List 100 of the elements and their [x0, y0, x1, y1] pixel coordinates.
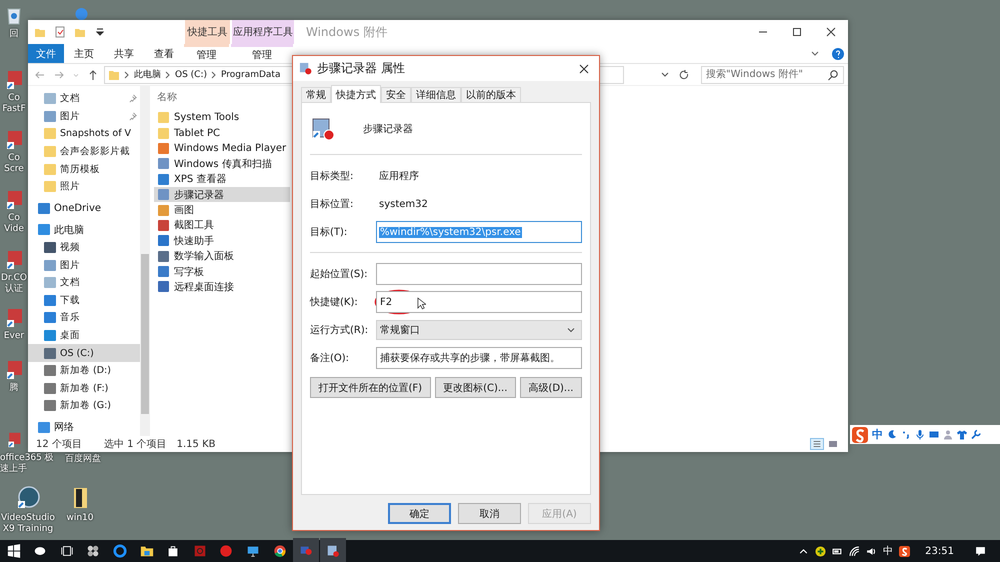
dialog-tab[interactable]: 详细信息	[411, 87, 461, 102]
up-icon[interactable]	[87, 68, 99, 80]
app-shortcut-icon[interactable]	[4, 70, 24, 90]
breadcrumb-item[interactable]: 此电脑	[134, 68, 161, 81]
file-name[interactable]: XPS 查看器	[174, 172, 226, 186]
desktop-icon-label[interactable]: 速上手	[0, 464, 27, 475]
file-name[interactable]: Windows Media Player	[174, 142, 286, 154]
plus-circle-icon[interactable]	[815, 546, 826, 556]
wifi-icon[interactable]	[849, 546, 860, 556]
details-view-icon[interactable]	[810, 438, 824, 450]
microphone-icon[interactable]	[915, 429, 925, 440]
nav-item[interactable]: 下载	[60, 294, 80, 307]
shirt-icon[interactable]	[957, 429, 967, 440]
column-header[interactable]: 名称	[154, 90, 177, 110]
taskview-icon[interactable]	[60, 544, 74, 558]
nav-item[interactable]: 会声会影影片截	[60, 145, 130, 158]
file-name[interactable]: Tablet PC	[174, 128, 220, 139]
input-language[interactable]: 中	[883, 544, 894, 558]
nav-item[interactable]: 图片	[60, 110, 80, 123]
nav-item[interactable]: OneDrive	[54, 202, 102, 214]
desktop-icon-label[interactable]: FastF	[2, 104, 26, 115]
dialog-button[interactable]: 确定	[388, 503, 451, 524]
file-name[interactable]: 远程桌面连接	[174, 280, 234, 294]
input-method-logo[interactable]	[899, 546, 910, 556]
keyboard-icon[interactable]	[929, 429, 939, 440]
desktop-icon-label[interactable]: Co	[8, 213, 20, 224]
chevron-icon[interactable]	[124, 70, 130, 78]
file-name[interactable]: 写字板	[174, 264, 204, 279]
desktop-icon-label[interactable]: X9 Training	[2, 524, 54, 535]
input-field[interactable]: F2	[376, 291, 582, 313]
steps-recorder-icon[interactable]	[326, 544, 340, 558]
desktop-icon-label[interactable]: Dr.CO	[0, 273, 28, 284]
refresh-icon[interactable]	[678, 68, 690, 80]
file-name[interactable]: 数学输入面板	[174, 249, 234, 264]
close-icon[interactable]	[579, 64, 589, 74]
properties-icon[interactable]	[54, 26, 66, 38]
app-shortcut-icon[interactable]	[16, 486, 40, 510]
file-name[interactable]: 画图	[174, 203, 194, 218]
punctuation-icon[interactable]	[901, 429, 911, 440]
desktop-icon-label[interactable]: VideoStudio	[1, 513, 55, 524]
search-field[interactable]: 搜索"Windows 附件"	[701, 66, 844, 84]
notification-icon[interactable]	[975, 546, 986, 556]
clock[interactable]: 23:51	[925, 546, 954, 556]
file-name[interactable]: 截图工具	[174, 218, 214, 232]
web-browser-icon[interactable]	[272, 544, 287, 558]
desktop-icon-label[interactable]: Scre	[4, 164, 24, 175]
desktop-icon-label[interactable]: 认证	[5, 284, 23, 295]
dropdown[interactable]: 常规窗口	[376, 320, 582, 340]
dialog-tab[interactable]: 快捷方式	[331, 85, 381, 103]
desktop-icon-label[interactable]: office365 极	[0, 453, 54, 464]
pinwheel-icon[interactable]	[86, 544, 100, 558]
dialog-tab[interactable]: 安全	[381, 87, 411, 102]
close-icon[interactable]	[826, 27, 836, 37]
nav-item[interactable]: 新加卷 (G:)	[60, 399, 111, 412]
file-name[interactable]: 快速助手	[174, 234, 214, 248]
store-bag-icon[interactable]	[166, 544, 180, 558]
nav-item[interactable]: 新加卷 (F:)	[60, 382, 108, 395]
desktop-icon-label[interactable]: Ever	[4, 331, 24, 342]
thumbnail-view-icon[interactable]	[826, 438, 840, 450]
desktop-icon-label[interactable]: win10	[66, 513, 94, 524]
nav-item[interactable]: 桌面	[60, 329, 80, 342]
expand-ribbon-icon[interactable]	[810, 48, 820, 58]
action-button[interactable]: 更改图标(C)...	[434, 377, 516, 398]
round-app-icon[interactable]	[219, 544, 234, 558]
record-app-icon[interactable]	[192, 544, 207, 558]
dialog-tab[interactable]: 以前的版本	[461, 87, 521, 102]
file-name[interactable]: Windows 传真和扫描	[174, 156, 272, 171]
input-method-logo[interactable]	[852, 426, 868, 442]
dialog-button[interactable]: 取消	[458, 503, 521, 524]
action-button[interactable]: 打开文件所在的位置(F)	[310, 377, 431, 398]
wrench-icon[interactable]	[971, 429, 981, 440]
nav-item[interactable]: 图片	[60, 258, 80, 272]
nav-item[interactable]: 照片	[60, 180, 80, 194]
nav-item[interactable]: Snapshots of V	[60, 128, 132, 140]
input-field[interactable]: 捕获要保存或共享的步骤，带屏幕截图。	[376, 347, 582, 369]
action-button[interactable]: 高级(D)...	[520, 377, 582, 398]
monitor-icon[interactable]	[246, 544, 260, 558]
app-shortcut-icon[interactable]	[4, 308, 24, 328]
help-icon[interactable]	[832, 48, 844, 60]
moon-icon[interactable]	[887, 429, 897, 440]
nav-item[interactable]: 网络	[54, 420, 74, 434]
desktop-icon-label[interactable]: Co	[8, 153, 20, 164]
volume-icon[interactable]	[866, 546, 878, 556]
start-icon[interactable]	[7, 544, 21, 558]
dropdown-icon[interactable]	[94, 26, 106, 38]
nav-item[interactable]: OS (C:)	[60, 348, 94, 359]
desktop-icon-label[interactable]: Vide	[4, 224, 24, 235]
folder-icon[interactable]	[140, 544, 154, 558]
nav-item[interactable]: 文档	[60, 276, 80, 290]
input-field[interactable]	[376, 263, 582, 285]
app-shortcut-icon[interactable]	[4, 250, 24, 270]
scrollbar[interactable]	[140, 86, 150, 436]
nav-item[interactable]: 新加卷 (D:)	[60, 364, 111, 378]
app-shortcut-icon[interactable]	[4, 130, 24, 150]
maximize-icon[interactable]	[792, 27, 802, 37]
desktop-icon-label[interactable]: Co	[8, 93, 20, 104]
breadcrumb-item[interactable]: ProgramData	[221, 70, 280, 80]
desktop-icon-label[interactable]: 百度网盘	[65, 454, 101, 465]
input-mode[interactable]: 中	[872, 427, 883, 442]
pin-icon[interactable]	[129, 112, 138, 121]
